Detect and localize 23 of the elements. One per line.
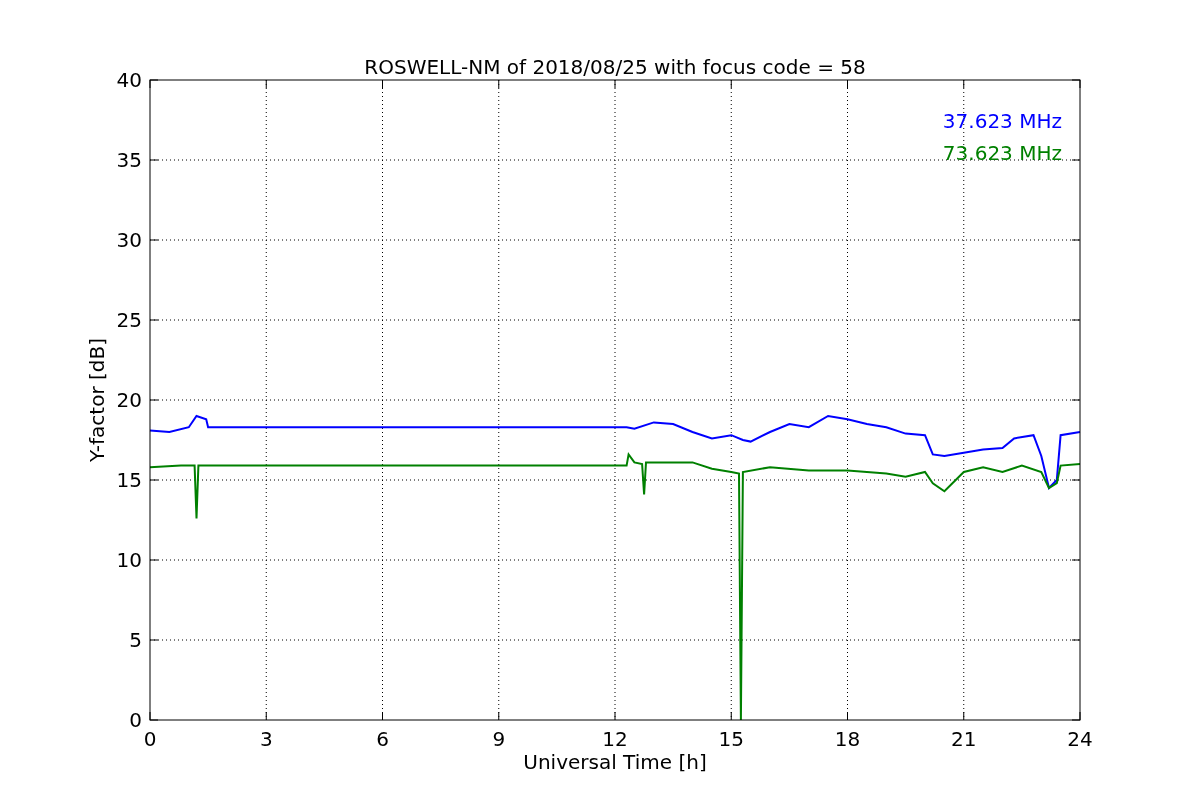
y-tick-label: 30 [116, 228, 142, 252]
x-tick-label: 18 [834, 727, 861, 751]
y-tick-label: 5 [129, 628, 142, 652]
x-axis-label: Universal Time [h] [523, 750, 707, 774]
y-tick-label: 0 [129, 708, 142, 732]
x-tick-label: 6 [376, 727, 389, 751]
x-tick-label: 15 [718, 727, 744, 751]
y-tick-label: 10 [116, 548, 142, 572]
x-tick-label: 24 [1067, 727, 1093, 751]
chart-title: ROSWELL-NM of 2018/08/25 with focus code = 58 [364, 55, 866, 79]
x-tick-label: 0 [143, 727, 157, 751]
x-tick-label: 9 [492, 727, 506, 751]
y-tick-label: 35 [116, 148, 142, 172]
y-tick-label: 40 [116, 68, 142, 92]
legend-label: 73.623 MHz [942, 141, 1062, 165]
y-tick-label: 25 [116, 308, 142, 332]
x-tick-label: 12 [602, 727, 628, 751]
legend-label: 37.623 MHz [942, 109, 1062, 133]
y-tick-label: 20 [116, 388, 142, 412]
y-tick-label: 15 [116, 468, 142, 492]
x-tick-label: 21 [951, 727, 977, 751]
y-axis-label: Y-factor [dB] [85, 338, 109, 462]
x-tick-label: 3 [259, 727, 273, 751]
